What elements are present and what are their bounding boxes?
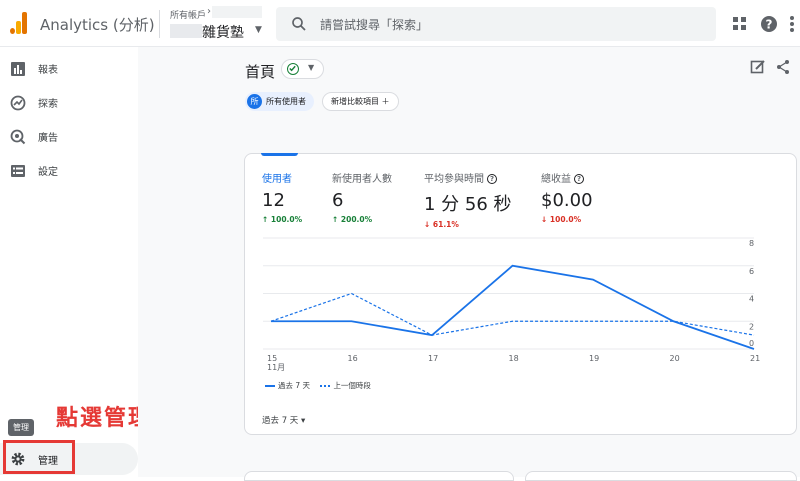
search-bar[interactable]: 請嘗試搜尋「探索」	[276, 7, 716, 41]
header-divider	[159, 10, 160, 38]
explore-icon	[10, 95, 26, 111]
sidebar-item-configure[interactable]: 設定	[0, 154, 138, 188]
metric-value: 6	[332, 190, 344, 211]
card-partial	[525, 471, 797, 481]
sidebar-item-label: 報表	[38, 65, 58, 76]
sidebar-item-label: 設定	[38, 167, 58, 178]
segment-chip[interactable]: 所所有使用者	[245, 92, 314, 111]
metric-tab-users[interactable]: 使用者 12 ↑ 100.0%	[262, 170, 302, 224]
x-tick-label: 19	[589, 354, 599, 363]
metric-change: ↑ 200.0%	[332, 215, 373, 224]
active-tab-indicator	[261, 153, 298, 156]
caret-down-icon[interactable]: ▼	[255, 25, 262, 35]
metric-label: 總收益	[541, 174, 571, 185]
help-icon[interactable]: ?	[487, 174, 497, 184]
metric-tab-new-users[interactable]: 新使用者人數 6 ↑ 200.0%	[332, 170, 392, 224]
help-icon[interactable]: ?	[759, 14, 779, 34]
caret-down-icon: ▼	[308, 63, 315, 72]
x-tick-label: 17	[428, 354, 438, 363]
metric-label: 使用者	[262, 174, 292, 185]
x-tick-sublabel: 11月	[267, 363, 285, 372]
analytics-logo-icon[interactable]	[10, 12, 28, 34]
property-selector[interactable]: 雜貨塾	[202, 22, 244, 42]
share-icon[interactable]	[775, 59, 791, 75]
ads-icon	[10, 129, 26, 145]
x-tick-label: 21	[750, 354, 760, 363]
segment-avatar: 所	[247, 94, 262, 109]
sidebar-item-label: 探索	[38, 99, 58, 110]
bar-chart-icon	[11, 62, 25, 76]
x-tick-label: 15	[267, 354, 277, 363]
add-comparison-button[interactable]: 新增比較項目 ＋	[322, 92, 399, 111]
y-tick-label: 2	[749, 322, 754, 331]
legend-label: 上一個時段	[333, 381, 371, 390]
metric-change: ↓ 61.1%	[424, 220, 459, 229]
x-tick-label: 18	[509, 354, 519, 363]
sidebar-item-ads[interactable]: 廣告	[0, 120, 138, 154]
redacted-account	[212, 6, 262, 18]
series-line-previous	[270, 292, 755, 336]
x-tick-label: 20	[670, 354, 680, 363]
legend-swatch-dashed	[320, 385, 331, 387]
chevron-right-icon: ›	[207, 6, 211, 17]
admin-tooltip: 管理	[8, 419, 34, 436]
metric-value: 1 分 56 秒	[424, 194, 512, 215]
status-dropdown[interactable]: ▼	[281, 59, 324, 79]
more-vert-icon[interactable]	[782, 14, 800, 34]
check-circle-icon	[287, 63, 299, 75]
line-chart: 8642015 16 17 18 19 20 2111月	[263, 237, 760, 372]
search-placeholder: 請嘗試搜尋「探索」	[320, 18, 429, 32]
sidebar-item-explore[interactable]: 探索	[0, 86, 138, 120]
list-icon	[11, 165, 25, 177]
customize-icon[interactable]	[750, 59, 766, 75]
card-partial	[244, 471, 514, 481]
y-tick-label: 6	[749, 267, 754, 276]
metric-value: 12	[262, 190, 285, 211]
help-icon[interactable]: ?	[574, 174, 584, 184]
redacted-property	[170, 24, 202, 38]
chart-legend: 過去 7 天 上一個時段	[265, 380, 371, 391]
highlight-box	[3, 440, 75, 474]
y-tick-label: 8	[749, 239, 754, 248]
metric-change: ↑ 100.0%	[262, 215, 303, 224]
series-line-current	[271, 264, 755, 350]
metric-label: 新使用者人數	[332, 174, 392, 185]
apps-grid-icon[interactable]	[730, 14, 750, 34]
metric-label: 平均參與時間	[424, 174, 484, 185]
sidebar-item-reports[interactable]: 報表	[0, 52, 138, 86]
sidebar-item-label: 廣告	[38, 133, 58, 144]
legend-swatch-solid	[265, 385, 275, 387]
svg-text:?: ?	[766, 18, 773, 32]
y-tick-label: 4	[749, 295, 754, 304]
metric-tab-engagement-time[interactable]: 平均參與時間? 1 分 56 秒 ↓ 61.1%	[424, 170, 512, 229]
segment-label: 所有使用者	[266, 97, 306, 106]
metric-change: ↓ 100.0%	[541, 215, 582, 224]
top-bar: Analytics (分析) 所有帳戶 › 雜貨塾 ▼ 請嘗試搜尋「探索」 ?	[0, 0, 800, 47]
app-title[interactable]: Analytics (分析)	[40, 14, 155, 35]
metric-tab-revenue[interactable]: 總收益? $0.00 ↓ 100.0%	[541, 170, 593, 224]
search-icon	[292, 17, 306, 31]
metric-value: $0.00	[541, 190, 593, 211]
page-title: 首頁	[245, 63, 276, 81]
date-range-selector[interactable]: 過去 7 天 ▾	[262, 414, 305, 426]
account-label[interactable]: 所有帳戶	[170, 8, 206, 21]
legend-label: 過去 7 天	[278, 381, 311, 390]
x-tick-label: 16	[348, 354, 358, 363]
